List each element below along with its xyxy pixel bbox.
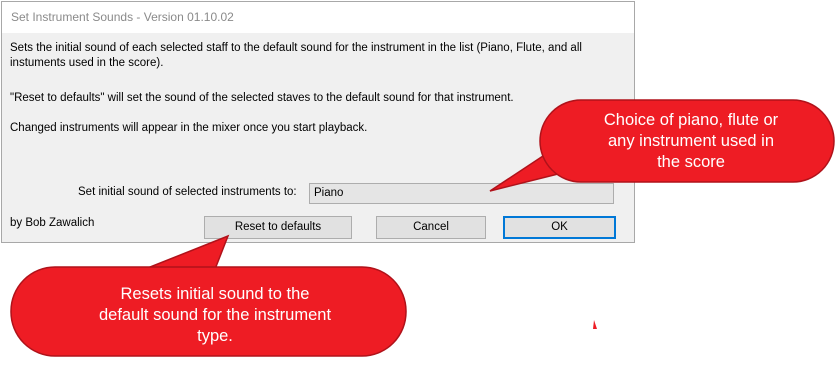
right-callout-line: any instrument used in — [607, 132, 774, 150]
stray-red-mark — [593, 320, 597, 329]
right-callout-line: Choice of piano, flute or — [603, 111, 779, 129]
left-callout-line: type. — [197, 327, 233, 345]
left-callout-text: Resets initial sound to the default soun… — [40, 284, 390, 347]
left-callout-line: Resets initial sound to the — [120, 285, 310, 303]
right-callout-line: the score — [657, 153, 725, 171]
left-callout-line: default sound for the instrument — [98, 306, 332, 324]
right-callout-text: Choice of piano, flute or any instrument… — [560, 110, 822, 173]
